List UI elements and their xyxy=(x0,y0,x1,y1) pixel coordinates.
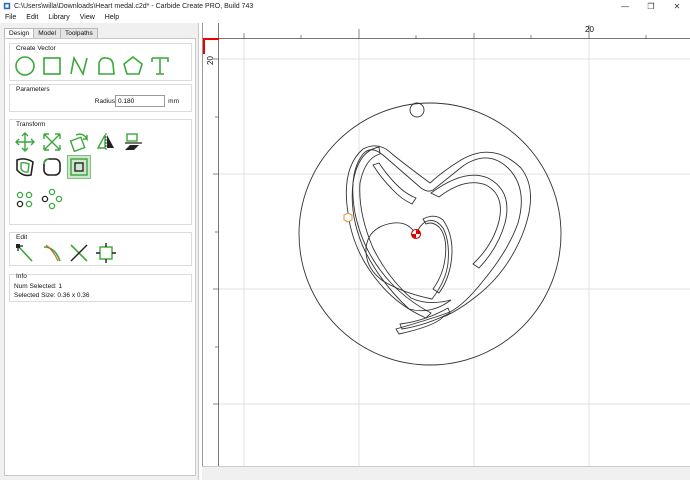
horizontal-ruler-ticks xyxy=(243,25,647,39)
text-tool-button[interactable] xyxy=(149,55,171,77)
parameters-group: Parameters Radius mm xyxy=(9,84,192,112)
polyline-icon xyxy=(70,55,88,77)
edit-group: Edit xyxy=(9,232,192,266)
maximize-button[interactable]: ❐ xyxy=(638,0,664,12)
array-tool-button[interactable] xyxy=(14,188,36,210)
edit-label: Edit xyxy=(16,234,28,241)
menu-view[interactable]: View xyxy=(75,14,100,21)
title-bar: C:\Users\willa\Downloads\Heart medal.c2d… xyxy=(0,0,690,12)
vertical-ruler-ticks xyxy=(213,58,219,405)
move-tool-button[interactable] xyxy=(14,131,36,153)
selected-size-text: Selected Size: 0.36 x 0.36 xyxy=(14,292,90,299)
cut-icon xyxy=(70,244,88,262)
join-icon xyxy=(96,243,116,263)
radius-unit: mm xyxy=(168,98,179,105)
info-label: Info xyxy=(16,273,27,280)
transform-group: Transform xyxy=(9,119,192,225)
node-marker[interactable] xyxy=(343,212,353,223)
mirror-icon xyxy=(96,133,114,151)
maximize-icon: ❐ xyxy=(647,1,655,11)
polygon-tool-button[interactable] xyxy=(122,55,144,77)
trim-tool-button[interactable] xyxy=(41,242,63,264)
cut-tool-button[interactable] xyxy=(68,242,90,264)
heart-inner-arc-right[interactable] xyxy=(430,174,508,269)
align-tool-button[interactable] xyxy=(122,131,144,153)
polyline-tool-button[interactable] xyxy=(68,55,90,77)
offset-tool-button[interactable] xyxy=(14,156,36,178)
design-tab-page: Create Vector Parameters Radius 0.180 mm… xyxy=(4,38,196,476)
inner-heart-path[interactable] xyxy=(365,220,449,300)
custom-shape-icon xyxy=(98,57,115,75)
custom-shape-tool-button[interactable] xyxy=(95,55,117,77)
app-icon xyxy=(3,2,11,10)
polygon-icon xyxy=(123,55,143,75)
rectangle-icon xyxy=(43,57,61,75)
node-edit-icon xyxy=(16,244,33,262)
tab-toolpaths[interactable]: Toolpaths xyxy=(59,28,98,38)
menu-edit[interactable]: Edit xyxy=(21,14,43,21)
num-selected-text: Num Selected: 1 xyxy=(14,283,63,290)
transform-label: Transform xyxy=(16,121,46,128)
circular-array-icon xyxy=(41,188,63,210)
create-vector-group: Create Vector xyxy=(9,43,192,81)
ruler-top-label: 20 xyxy=(585,25,594,34)
status-bar xyxy=(202,466,690,480)
close-icon: ✕ xyxy=(673,1,681,11)
offset-icon xyxy=(16,158,34,177)
rotate-tool-button[interactable] xyxy=(68,131,90,153)
join-tool-button[interactable] xyxy=(95,242,117,264)
fillet-icon xyxy=(43,158,61,176)
ruler-origin-marker-horizontal xyxy=(203,38,219,40)
ruler-origin-marker-vertical xyxy=(203,38,205,54)
canvas-drawing[interactable] xyxy=(203,23,690,466)
menu-bar: File Edit Library View Help xyxy=(0,12,690,23)
tab-bar: Design Model Toolpaths xyxy=(4,28,98,38)
menu-library[interactable]: Library xyxy=(43,14,74,21)
minimize-icon: — xyxy=(621,1,629,11)
radius-row: Radius mm xyxy=(10,95,193,109)
tab-design[interactable]: Design xyxy=(4,28,35,38)
ruler-left-label: 20 xyxy=(206,56,215,65)
array-icon xyxy=(16,191,33,208)
text-icon xyxy=(151,57,169,75)
selected-circle[interactable] xyxy=(410,228,422,240)
left-panel: Design Model Toolpaths Create Vector Par… xyxy=(0,23,199,480)
boolean-icon xyxy=(70,158,88,176)
align-icon xyxy=(125,133,142,150)
move-icon xyxy=(15,132,35,152)
grid-lines xyxy=(219,39,690,466)
close-button[interactable]: ✕ xyxy=(664,0,690,12)
circle-tool-button[interactable] xyxy=(14,55,36,77)
create-vector-label: Create Vector xyxy=(16,45,56,52)
menu-help[interactable]: Help xyxy=(100,14,124,21)
mirror-tool-button[interactable] xyxy=(95,131,117,153)
medal-outline[interactable] xyxy=(298,102,562,366)
radius-label: Radius xyxy=(94,98,115,105)
scale-tool-button[interactable] xyxy=(41,131,63,153)
window-title: C:\Users\willa\Downloads\Heart medal.c2d… xyxy=(14,2,254,10)
heart-inner-arc-left[interactable] xyxy=(372,162,417,205)
menu-file[interactable]: File xyxy=(0,14,21,21)
rotate-icon xyxy=(69,133,88,153)
trim-icon xyxy=(43,244,61,262)
scale-icon xyxy=(43,133,61,151)
minimize-button[interactable]: — xyxy=(612,0,638,12)
design-canvas[interactable]: 20 20 xyxy=(202,23,690,466)
node-edit-tool-button[interactable] xyxy=(14,242,36,264)
rectangle-tool-button[interactable] xyxy=(41,55,63,77)
info-group: Info Num Selected: 1 Selected Size: 0.36… xyxy=(9,273,192,302)
horizontal-ruler: 20 xyxy=(203,23,690,39)
vertical-ruler: 20 xyxy=(203,23,219,466)
inner-heart-detail[interactable] xyxy=(422,215,453,294)
hanging-hole[interactable] xyxy=(409,102,425,118)
radius-input[interactable] xyxy=(115,95,165,107)
fillet-tool-button[interactable] xyxy=(41,156,63,178)
parameters-label: Parameters xyxy=(16,86,50,93)
boolean-tool-button[interactable] xyxy=(67,155,91,179)
circular-array-tool-button[interactable] xyxy=(41,188,63,210)
circle-icon xyxy=(15,56,35,76)
tab-model[interactable]: Model xyxy=(33,28,61,38)
